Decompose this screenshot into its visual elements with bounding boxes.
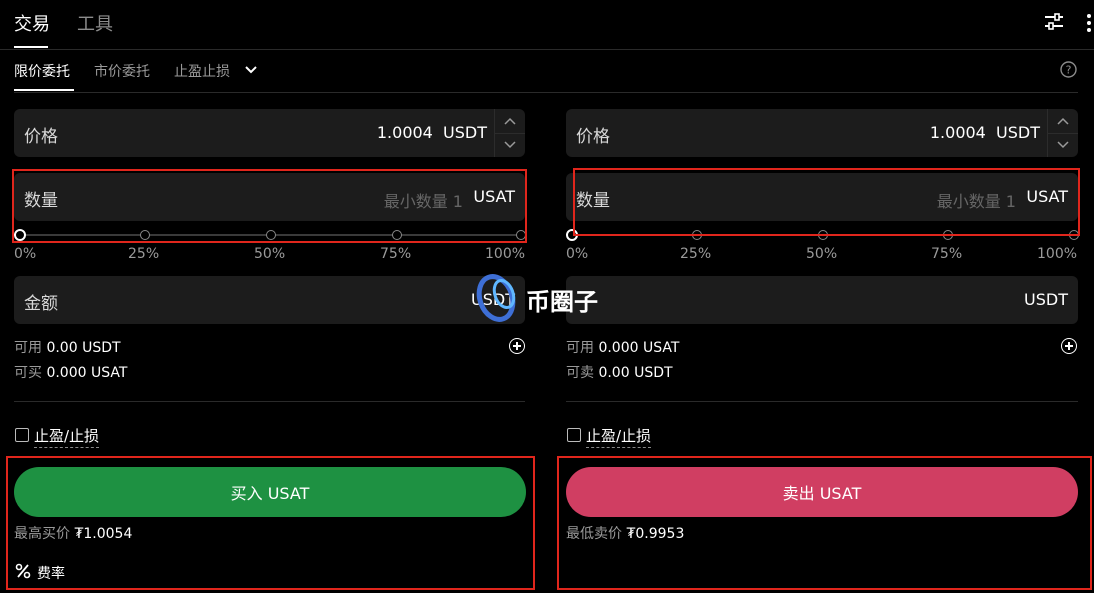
buy-price-stepper[interactable] (494, 109, 525, 157)
percent-label: 75% (380, 246, 412, 262)
buy-tpsl-label[interactable]: 止盈/止损 (34, 425, 100, 448)
divider (566, 401, 1078, 402)
sell-price-field[interactable]: 价格 1.0004 USDT (566, 109, 1078, 157)
percent-label: 0% (566, 246, 589, 262)
highlight-box (12, 169, 527, 243)
tab-trade[interactable]: 交易 (14, 10, 50, 36)
tab-trade-underline (14, 46, 48, 48)
percent-label: 0% (14, 246, 37, 262)
chevron-up-icon[interactable] (495, 109, 525, 134)
percent-label: 25% (128, 246, 160, 262)
tab-tools[interactable]: 工具 (77, 10, 113, 36)
chevron-down-icon[interactable] (1048, 133, 1078, 157)
percent-label: 50% (806, 246, 838, 262)
highlight-box (557, 456, 1092, 590)
buy-tpsl-checkbox[interactable] (15, 428, 29, 442)
highlight-box (573, 168, 1080, 236)
sell-amount-unit: USDT (1024, 290, 1068, 309)
sell-price-value[interactable]: 1.0004 USDT (930, 123, 1040, 142)
add-funds-icon[interactable] (509, 338, 525, 354)
percent-label: 100% (485, 246, 526, 262)
buy-amount-label: 金额 (24, 294, 58, 314)
buy-available: 可用 0.00 USDT (14, 340, 121, 356)
tab-tpsl-order[interactable]: 止盈止损 (174, 61, 230, 81)
percent-label: 25% (680, 246, 712, 262)
sell-can-sell: 可卖 0.00 USDT (566, 365, 673, 381)
chevron-up-icon[interactable] (1048, 109, 1078, 134)
tab-market-order[interactable]: 市价委托 (94, 61, 150, 81)
chevron-down-icon[interactable] (495, 133, 525, 157)
sell-available: 可用 0.000 USAT (566, 340, 680, 356)
add-funds-icon[interactable] (1061, 338, 1077, 354)
buy-price-value[interactable]: 1.0004 USDT (377, 123, 487, 142)
divider (14, 92, 1078, 93)
sell-tpsl-label[interactable]: 止盈/止损 (586, 425, 652, 448)
buy-price-field[interactable]: 价格 1.0004 USDT (14, 109, 525, 157)
sell-tpsl-checkbox[interactable] (567, 428, 581, 442)
chevron-down-icon[interactable] (244, 62, 258, 76)
svg-text:?: ? (1066, 64, 1072, 77)
buy-price-label: 价格 (24, 127, 58, 147)
buy-can-buy: 可买 0.000 USAT (14, 365, 128, 381)
help-icon[interactable]: ? (1060, 61, 1077, 78)
tab-limit-underline (14, 89, 74, 91)
watermark-text: 币圈子 (526, 288, 598, 316)
percent-label: 75% (931, 246, 963, 262)
percent-label: 100% (1037, 246, 1078, 262)
sell-amount-field[interactable]: USDT (566, 276, 1078, 324)
percent-label: 50% (254, 246, 286, 262)
watermark-logo-icon (474, 268, 524, 324)
buy-amount-field[interactable]: 金额 USDT (14, 276, 525, 324)
sliders-icon[interactable] (1044, 12, 1064, 32)
more-icon[interactable] (1086, 12, 1092, 34)
sell-price-label: 价格 (576, 127, 610, 147)
highlight-box (6, 456, 535, 590)
sell-price-stepper[interactable] (1047, 109, 1078, 157)
tab-limit-order[interactable]: 限价委托 (14, 61, 70, 81)
divider (0, 49, 1094, 50)
divider (14, 401, 525, 402)
